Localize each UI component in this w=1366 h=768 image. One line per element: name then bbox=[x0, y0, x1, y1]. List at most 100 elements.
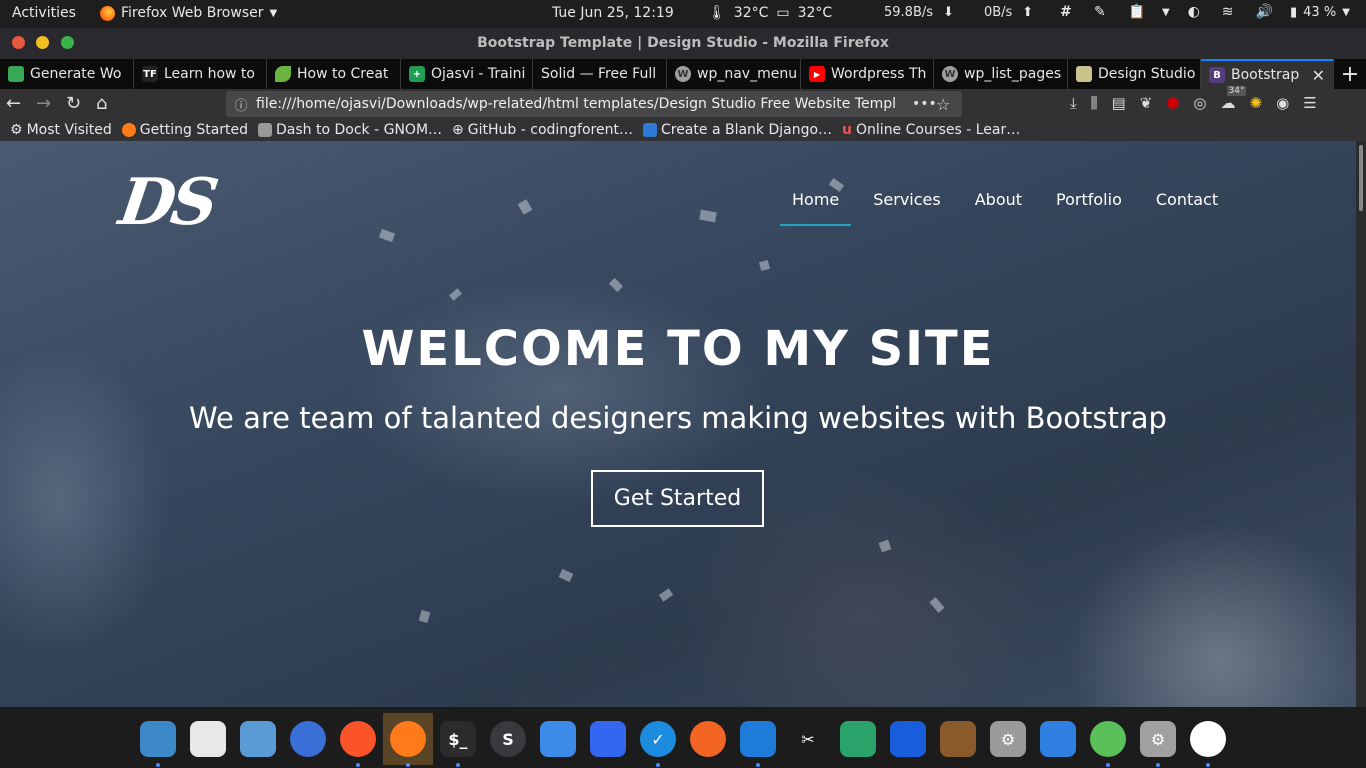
tab[interactable]: Wwp_nav_menu bbox=[667, 59, 801, 89]
slack-tray-icon[interactable]: # bbox=[1060, 4, 1076, 20]
confetti bbox=[758, 259, 771, 272]
tab-label: How to Creat bbox=[297, 66, 389, 82]
dock-item[interactable] bbox=[733, 713, 783, 767]
scrollbar-thumb[interactable] bbox=[1359, 145, 1363, 211]
dock-item[interactable] bbox=[883, 713, 933, 765]
dock-item[interactable] bbox=[133, 713, 183, 767]
home-button[interactable]: ⌂ bbox=[96, 93, 107, 114]
dock-item[interactable] bbox=[383, 713, 433, 767]
battery-icon: ▮ bbox=[1290, 5, 1298, 20]
forward-button[interactable]: → bbox=[36, 93, 51, 114]
tab-label: Design Studio bbox=[1098, 66, 1196, 82]
running-indicator bbox=[356, 763, 360, 767]
bookmark-item[interactable]: ⊕ GitHub - codingforent… bbox=[452, 122, 633, 138]
bookmark-item[interactable]: Create a Blank Django… bbox=[642, 122, 832, 138]
running-indicator bbox=[656, 763, 660, 767]
back-button[interactable]: ← bbox=[6, 93, 21, 114]
dock-items: $_ S ✓ ✂ ⚙ ⚙ bbox=[133, 713, 1233, 767]
clock[interactable]: Tue Jun 25, 12:19 bbox=[552, 5, 674, 21]
inbox-icon bbox=[590, 721, 626, 757]
site-logo[interactable]: DS bbox=[115, 165, 219, 240]
url-bar[interactable]: ⓘ file:///home/ojasvi/Downloads/wp-relat… bbox=[226, 91, 962, 117]
activities-button[interactable]: Activities bbox=[12, 5, 76, 21]
get-started-button[interactable]: Get Started bbox=[591, 470, 764, 527]
chevron-down-icon: ▼ bbox=[1342, 7, 1350, 18]
temperature-indicator[interactable]: 🌡 32°C ▭ 32°C bbox=[708, 5, 832, 21]
window-title: Bootstrap Template | Design Studio - Moz… bbox=[477, 35, 889, 51]
dock-item[interactable] bbox=[233, 713, 283, 765]
url-text[interactable]: file:///home/ojasvi/Downloads/wp-related… bbox=[256, 96, 912, 112]
dock-item[interactable]: $_ bbox=[433, 713, 483, 767]
dock-item[interactable]: ⚙ bbox=[1133, 713, 1183, 767]
wifi-icon[interactable]: ≋ bbox=[1222, 4, 1238, 20]
grid-icon bbox=[8, 66, 24, 82]
dock-item[interactable] bbox=[183, 713, 233, 765]
sidebar-icon[interactable]: ▤ bbox=[1112, 94, 1126, 112]
dock-item[interactable] bbox=[533, 713, 583, 765]
hero-title: WELCOME TO MY SITE bbox=[361, 321, 995, 377]
night-light-icon[interactable]: ◐ bbox=[1188, 4, 1204, 20]
dock-item[interactable]: ✓ bbox=[633, 713, 683, 767]
dock-item[interactable] bbox=[1183, 713, 1233, 767]
tab[interactable]: Generate Wo bbox=[0, 59, 134, 89]
downloads-icon[interactable]: ⤓ bbox=[1070, 94, 1077, 112]
clipboard-icon[interactable]: 📋 bbox=[1128, 4, 1145, 20]
dock-item[interactable]: S bbox=[483, 713, 533, 765]
confetti bbox=[929, 597, 945, 613]
bookmark-item[interactable]: u Online Courses - Lear… bbox=[842, 122, 1020, 138]
battery-indicator[interactable]: ▮ 43 % ▼ bbox=[1290, 5, 1350, 20]
tab[interactable]: Design Studio bbox=[1068, 59, 1201, 89]
extension-icon[interactable]: ◎ bbox=[1193, 94, 1206, 112]
bookmark-label: Online Courses - Lear… bbox=[856, 122, 1021, 138]
tab[interactable]: TF Learn how to bbox=[134, 59, 267, 89]
wordpress-icon: W bbox=[942, 66, 958, 82]
plus-icon: + bbox=[409, 66, 425, 82]
atom-icon bbox=[1090, 721, 1126, 757]
new-tab-button[interactable]: + bbox=[1334, 59, 1366, 89]
dock-item[interactable] bbox=[683, 713, 733, 765]
dock-item[interactable]: ⚙ bbox=[983, 713, 1033, 765]
weather-icon[interactable]: ☁ 34° bbox=[1221, 86, 1247, 112]
account-icon[interactable]: ◉ bbox=[1276, 94, 1289, 112]
network-speed[interactable]: 59.8B/s ⬇ 0B/s ⬆ bbox=[884, 5, 1033, 20]
tab[interactable]: How to Creat bbox=[267, 59, 401, 89]
bookmark-star-icon[interactable]: ☆ bbox=[936, 95, 962, 114]
nav-link-contact[interactable]: Contact bbox=[1144, 190, 1230, 226]
tab[interactable]: Wwp_list_pages bbox=[934, 59, 1068, 89]
dock-item[interactable] bbox=[333, 713, 383, 767]
tab[interactable]: + Ojasvi - Traini bbox=[401, 59, 533, 89]
library-icon[interactable]: ⫼ bbox=[1091, 94, 1098, 112]
reload-button[interactable]: ↻ bbox=[66, 93, 81, 114]
menu-icon[interactable]: ☰ bbox=[1303, 94, 1316, 112]
sun-icon[interactable]: ✺ bbox=[1250, 94, 1263, 112]
page-actions-button[interactable]: ••• bbox=[912, 96, 937, 112]
nav-link-services[interactable]: Services bbox=[861, 190, 952, 226]
volume-icon[interactable]: 🔊 bbox=[1256, 4, 1273, 20]
firefox-icon bbox=[100, 5, 115, 21]
dock-item[interactable] bbox=[833, 713, 883, 765]
tool-tray-icon[interactable]: ✎ bbox=[1094, 4, 1110, 20]
ublock-icon[interactable]: ⬢ bbox=[1166, 94, 1179, 112]
tab[interactable]: ▶ Wordpress Th bbox=[801, 59, 934, 89]
chevron-down-icon[interactable]: ▼ bbox=[1162, 7, 1170, 18]
dock-item[interactable] bbox=[933, 713, 983, 765]
dock-item[interactable]: ✂ bbox=[783, 713, 833, 765]
page-scrollbar[interactable] bbox=[1356, 141, 1366, 707]
dock-item[interactable] bbox=[1033, 713, 1083, 765]
close-tab-icon[interactable]: ✕ bbox=[1312, 66, 1325, 85]
bookmark-item[interactable]: ⚙ Most Visited bbox=[10, 122, 112, 138]
info-icon[interactable]: ⓘ bbox=[226, 95, 256, 114]
app-menu[interactable]: Firefox Web Browser ▼ bbox=[100, 5, 277, 21]
dock-item[interactable] bbox=[283, 713, 333, 765]
tab-active[interactable]: B Bootstrap ✕ bbox=[1201, 59, 1334, 89]
bookmark-item[interactable]: Getting Started bbox=[121, 122, 248, 138]
dock-item[interactable] bbox=[583, 713, 633, 765]
extension-icon[interactable]: ❦ bbox=[1140, 94, 1153, 112]
nav-link-portfolio[interactable]: Portfolio bbox=[1044, 190, 1134, 226]
battery-level: 43 % bbox=[1303, 5, 1337, 20]
tab[interactable]: Solid — Free Full bbox=[533, 59, 667, 89]
dock-item[interactable] bbox=[1083, 713, 1133, 767]
nav-link-home[interactable]: Home bbox=[780, 190, 852, 226]
bookmark-item[interactable]: Dash to Dock - GNOM… bbox=[258, 122, 442, 138]
nav-link-about[interactable]: About bbox=[963, 190, 1034, 226]
